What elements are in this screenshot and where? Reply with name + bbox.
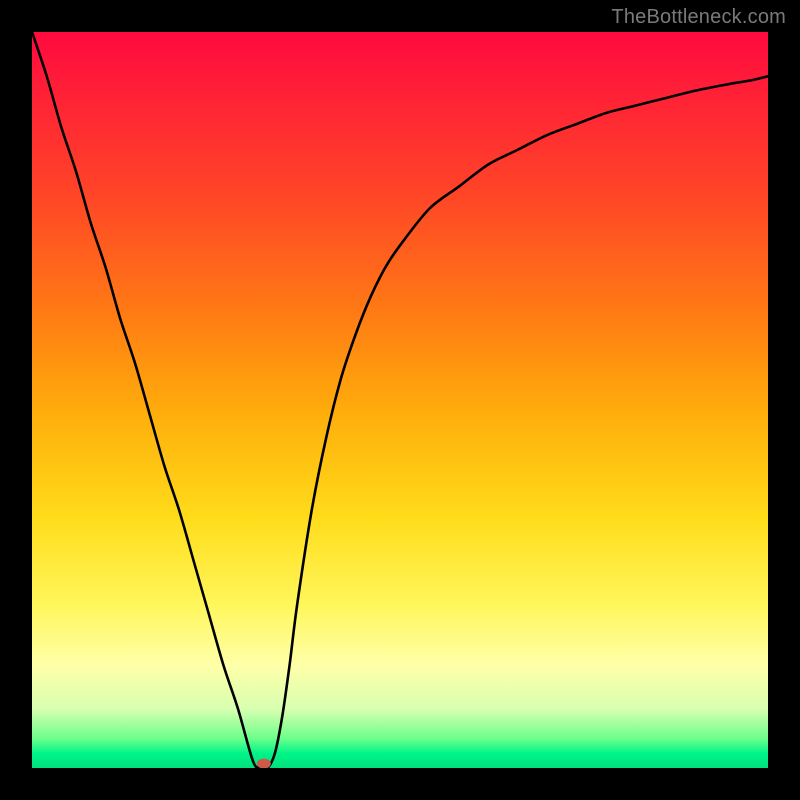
chart-container: TheBottleneck.com: [0, 0, 800, 800]
optimum-marker: [257, 759, 271, 768]
plot-area: [32, 32, 768, 768]
bottleneck-curve: [32, 32, 768, 768]
watermark-text: TheBottleneck.com: [611, 6, 786, 29]
curve-layer: [32, 32, 768, 768]
